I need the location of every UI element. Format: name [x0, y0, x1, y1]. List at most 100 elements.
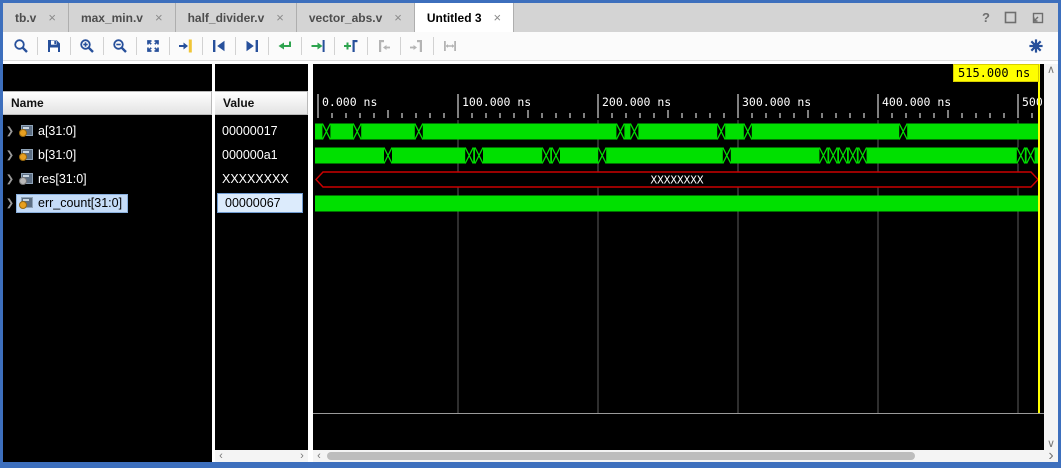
expand-chevron-icon[interactable]: ❯ — [3, 174, 17, 185]
waveform-canvas[interactable]: 0.000 ns 100.000 ns 200.000 ns 300.000 ns 40… — [313, 64, 1044, 450]
value-horizontal-scrollbar[interactable]: ‹ › — [215, 450, 308, 462]
go-to-time-zero-icon[interactable] — [273, 35, 297, 57]
signal-row-res-31-0-[interactable]: ❯ res[31:0] — [3, 167, 212, 191]
expand-chevron-icon[interactable]: ❯ — [3, 150, 17, 161]
zoom-in-icon[interactable] — [75, 35, 99, 57]
next-transition-icon[interactable] — [240, 35, 264, 57]
wave-gridlines — [313, 64, 1044, 450]
save-icon[interactable] — [42, 35, 66, 57]
time-ruler[interactable]: 0.000 ns 100.000 ns 200.000 ns 300.000 ns 40… — [313, 64, 1044, 120]
name-column-header[interactable]: Name — [3, 91, 212, 115]
next-marker-icon[interactable] — [405, 35, 429, 57]
toolbar-separator — [367, 37, 368, 55]
cursor-time-label: 515.000 ns — [958, 66, 1030, 80]
zoom-out-icon[interactable] — [108, 35, 132, 57]
tab-half-divider-v[interactable]: half_divider.v × — [176, 3, 297, 32]
tab-close-icon[interactable]: × — [392, 11, 404, 24]
expand-chevron-icon[interactable]: ❯ — [3, 126, 17, 137]
tab-vector-abs-v[interactable]: vector_abs.v× — [297, 3, 415, 32]
wave-toolbar — [3, 32, 1058, 61]
toolbar-separator — [400, 37, 401, 55]
value-scroll-track[interactable] — [227, 450, 296, 462]
tab-max-min-v[interactable]: max_min.v × — [69, 3, 176, 32]
tab-close-icon[interactable]: × — [46, 11, 58, 24]
wave-res-31-0-[interactable]: XXXXXXXX — [313, 171, 1044, 188]
toolbar-separator — [301, 37, 302, 55]
svg-text:400.000 ns: 400.000 ns — [882, 95, 951, 109]
previous-marker-icon[interactable] — [372, 35, 396, 57]
wave-viewer-main: Name ❯a[31:0]❯b[31:0]❯res[31:0]❯err_coun… — [3, 61, 1058, 462]
tab-bar: tb.v×max_min.v×half_divider.v×vector_abs… — [3, 3, 1058, 33]
bus-signal-icon — [19, 149, 33, 161]
go-to-last-time-icon[interactable] — [306, 35, 330, 57]
svg-text:200.000 ns: 200.000 ns — [602, 95, 671, 109]
signal-name-label: res[31:0] — [38, 171, 92, 188]
wave-b-31-0-[interactable] — [313, 147, 1044, 164]
scroll-right-icon[interactable]: › — [1044, 450, 1058, 462]
scroll-up-icon[interactable]: ∧ — [1045, 64, 1057, 76]
value-row-err_count-31-0-[interactable]: 00000067 — [215, 191, 308, 215]
svg-text:100.000 ns: 100.000 ns — [462, 95, 531, 109]
wave-scroll-thumb[interactable] — [327, 452, 915, 460]
value-row-res-31-0-[interactable]: XXXXXXXX — [215, 167, 308, 191]
expand-chevron-icon[interactable]: ❯ — [3, 198, 17, 209]
toolbar-separator — [70, 37, 71, 55]
value-header-label: Value — [215, 96, 254, 110]
value-row-b-31-0-[interactable]: 000000a1 — [215, 143, 308, 167]
swap-cursors-icon[interactable] — [438, 35, 462, 57]
bus-signal-icon — [19, 197, 33, 209]
signal-name-wrap: a[31:0] — [17, 123, 81, 140]
tab-close-icon[interactable]: × — [492, 11, 504, 24]
signal-row-b-31-0-[interactable]: ❯ b[31:0] — [3, 143, 212, 167]
svg-text:0.000 ns: 0.000 ns — [322, 95, 377, 109]
scroll-left-icon[interactable]: ‹ — [215, 450, 227, 462]
scroll-left-icon[interactable]: ‹ — [313, 450, 325, 462]
wave-err_count-31-0-[interactable] — [313, 195, 1044, 212]
signal-name-panel: Name ❯a[31:0]❯b[31:0]❯res[31:0]❯err_coun… — [3, 64, 212, 462]
scroll-right-icon[interactable]: › — [296, 450, 308, 462]
svg-text:XXXXXXXX: XXXXXXXX — [651, 174, 704, 187]
value-row-a-31-0-[interactable]: 00000017 — [215, 119, 308, 143]
selected-value-box[interactable]: 00000067 — [217, 193, 303, 213]
signal-value: 00000067 — [218, 196, 281, 210]
vertical-scrollbar[interactable]: ∧ ∨ — [1044, 64, 1058, 450]
dock-icon[interactable] — [1031, 11, 1044, 24]
zoom-to-cursor-icon[interactable] — [174, 35, 198, 57]
help-icon[interactable]: ? — [982, 10, 990, 25]
signal-name-label: err_count[31:0] — [38, 195, 127, 212]
toolbar-separator — [136, 37, 137, 55]
zoom-fit-icon[interactable] — [141, 35, 165, 57]
wave-a-31-0-[interactable] — [313, 123, 1044, 140]
tab-close-icon[interactable]: × — [274, 11, 286, 24]
time-cursor-line[interactable] — [1038, 64, 1040, 413]
toolbar-separator — [235, 37, 236, 55]
tab-label: tb.v — [15, 11, 36, 25]
signal-name-wrap: res[31:0] — [17, 171, 92, 188]
tab-label: Untitled 3 — [427, 11, 482, 25]
signal-row-a-31-0-[interactable]: ❯a[31:0] — [3, 119, 212, 143]
signal-value: 00000017 — [215, 124, 278, 138]
toolbar-separator — [169, 37, 170, 55]
float-icon[interactable] — [1004, 11, 1017, 24]
search-icon[interactable] — [9, 35, 33, 57]
name-header-label: Name — [3, 96, 44, 110]
signal-name-wrap: err_count[31:0] — [17, 195, 127, 212]
tab-label: max_min.v — [81, 11, 143, 25]
toolbar-separator — [37, 37, 38, 55]
tab-untitled-3[interactable]: Untitled 3 × — [415, 3, 514, 32]
tab-label: half_divider.v — [188, 11, 265, 25]
signal-row-err_count-31-0-[interactable]: ❯ err_count[31:0] — [3, 191, 212, 215]
svg-text:300.000 ns: 300.000 ns — [742, 95, 811, 109]
svg-text:500.000 ns: 500.000 ns — [1022, 95, 1044, 109]
wave-horizontal-scrollbar[interactable]: ‹ — [313, 450, 1044, 462]
previous-transition-icon[interactable] — [207, 35, 231, 57]
tab-close-icon[interactable]: × — [153, 11, 165, 24]
signal-name-wrap: b[31:0] — [17, 147, 81, 164]
bus-signal-icon — [19, 173, 33, 185]
add-marker-icon[interactable] — [339, 35, 363, 57]
settings-gear-icon[interactable] — [1024, 35, 1048, 57]
value-column-header[interactable]: Value — [215, 91, 308, 115]
tab-tb-v[interactable]: tb.v × — [3, 3, 69, 32]
wave-scroll-track[interactable] — [325, 450, 1044, 462]
signal-name-label: b[31:0] — [38, 147, 81, 164]
